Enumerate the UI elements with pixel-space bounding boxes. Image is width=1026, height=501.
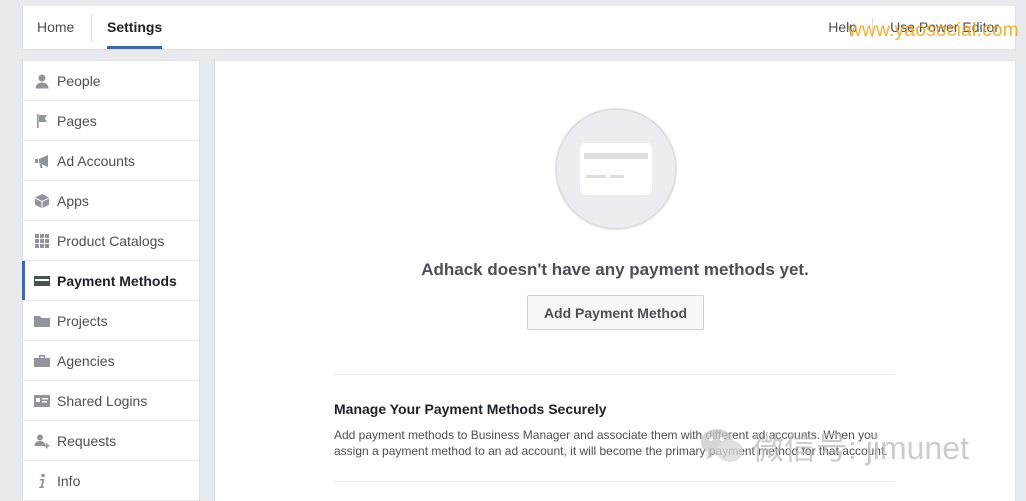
person-icon	[34, 73, 50, 89]
briefcase-icon	[34, 353, 50, 369]
sidebar-item-label: Apps	[57, 192, 89, 209]
megaphone-icon	[34, 153, 50, 169]
flag-icon	[34, 113, 50, 129]
sidebar-item-people[interactable]: People	[23, 61, 199, 101]
cube-icon	[34, 193, 50, 209]
sidebar-item-label: Pages	[57, 112, 97, 129]
sidebar-item-info[interactable]: Info	[23, 461, 199, 501]
sidebar-item-payment-methods[interactable]: Payment Methods	[22, 261, 199, 301]
sidebar-item-projects[interactable]: Projects	[23, 301, 199, 341]
sidebar-item-label: People	[57, 72, 101, 89]
empty-state-title: Adhack doesn't have any payment methods …	[421, 260, 809, 279]
sidebar-item-label: Info	[57, 472, 81, 489]
sidebar-item-label: Agencies	[57, 352, 115, 369]
folder-icon	[34, 313, 50, 329]
credit-card-icon	[580, 143, 652, 195]
sidebar-item-ad-accounts[interactable]: Ad Accounts	[23, 141, 199, 181]
add-payment-method-button[interactable]: Add Payment Method	[527, 295, 704, 330]
sidebar-item-label: Projects	[57, 312, 108, 329]
grid-icon	[34, 233, 50, 249]
sidebar-item-apps[interactable]: Apps	[23, 181, 199, 221]
watermark-url: www.yaosocial.com	[848, 20, 1019, 41]
nav-divider	[91, 14, 92, 42]
credit-card-illustration	[555, 108, 677, 230]
tab-home[interactable]: Home	[37, 6, 74, 49]
sidebar-item-label: Product Catalogs	[57, 232, 165, 249]
sidebar-item-label: Payment Methods	[57, 272, 177, 289]
sidebar-item-label: Ad Accounts	[57, 152, 135, 169]
sidebar-item-agencies[interactable]: Agencies	[23, 341, 199, 381]
wechat-icon	[701, 429, 743, 462]
add-person-icon	[34, 433, 50, 449]
sidebar-item-pages[interactable]: Pages	[23, 101, 199, 141]
watermark-wechat: 微信号: jimunet	[700, 426, 969, 466]
credit-card-icon	[34, 273, 50, 289]
divider	[334, 481, 895, 482]
info-icon	[34, 473, 50, 489]
id-card-icon	[34, 393, 50, 409]
settings-sidebar: People Pages Ad Accounts Apps Product Ca…	[22, 60, 200, 501]
sidebar-item-product-catalogs[interactable]: Product Catalogs	[23, 221, 199, 261]
divider	[334, 374, 895, 375]
sidebar-item-shared-logins[interactable]: Shared Logins	[23, 381, 199, 421]
watermark-wechat-text: 微信号: jimunet	[752, 430, 969, 466]
sidebar-item-label: Requests	[57, 432, 117, 449]
sidebar-item-label: Shared Logins	[57, 392, 148, 409]
sidebar-item-requests[interactable]: Requests	[23, 421, 199, 461]
section-title: Manage Your Payment Methods Securely	[334, 401, 607, 417]
tab-settings[interactable]: Settings	[107, 6, 163, 49]
